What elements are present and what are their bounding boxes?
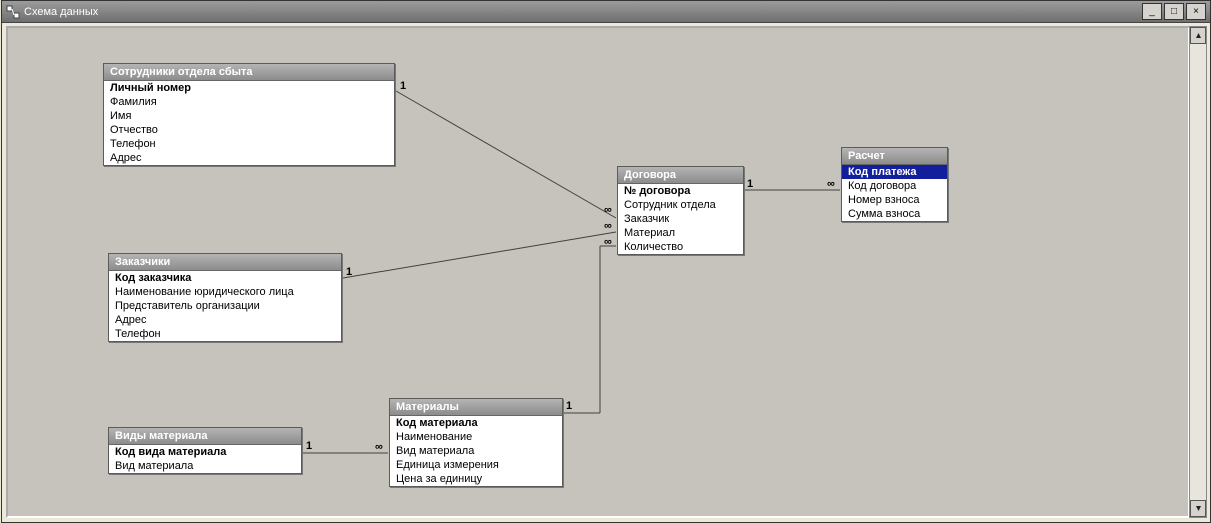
scroll-down-button[interactable] <box>1190 500 1206 517</box>
title-bar[interactable]: Схема данных _ □ × <box>2 1 1210 23</box>
field[interactable]: Код платежа <box>842 165 947 179</box>
minimize-button[interactable]: _ <box>1142 3 1162 20</box>
field[interactable]: Наименование <box>390 430 562 444</box>
field[interactable]: Номер взноса <box>842 193 947 207</box>
field[interactable]: Заказчик <box>618 212 743 226</box>
cardinality-many: ∞ <box>604 236 612 248</box>
table-vidy-materiala[interactable]: Виды материала Код вида материала Вид ма… <box>108 427 302 474</box>
field[interactable]: Единица измерения <box>390 458 562 472</box>
table-zakazchiki[interactable]: Заказчики Код заказчика Наименование юри… <box>108 253 342 342</box>
field[interactable]: Количество <box>618 240 743 254</box>
diagram-canvas[interactable]: 1 ∞ 1 ∞ 1 ∞ 1 ∞ 1 ∞ Сотрудники отдела сб… <box>6 26 1190 518</box>
table-title[interactable]: Расчет <box>842 148 947 165</box>
field[interactable]: Код материала <box>390 416 562 430</box>
field[interactable]: Сумма взноса <box>842 207 947 221</box>
cardinality-many: ∞ <box>827 178 835 190</box>
relationships-icon <box>6 5 20 19</box>
window-title: Схема данных <box>24 6 98 18</box>
cardinality-many: ∞ <box>604 220 612 232</box>
field[interactable]: Фамилия <box>104 95 394 109</box>
field[interactable]: Адрес <box>104 151 394 165</box>
table-title[interactable]: Материалы <box>390 399 562 416</box>
field[interactable]: Сотрудник отдела <box>618 198 743 212</box>
table-sotrudniki[interactable]: Сотрудники отдела сбыта Личный номер Фам… <box>103 63 395 166</box>
field[interactable]: Телефон <box>109 327 341 341</box>
cardinality-one: 1 <box>747 178 753 190</box>
table-dogovora[interactable]: Договора № договора Сотрудник отдела Зак… <box>617 166 744 255</box>
cardinality-one: 1 <box>566 400 572 412</box>
field[interactable]: Отчество <box>104 123 394 137</box>
field[interactable]: Личный номер <box>104 81 394 95</box>
vertical-scrollbar[interactable] <box>1189 26 1207 518</box>
field[interactable]: Цена за единицу <box>390 472 562 486</box>
scroll-up-button[interactable] <box>1190 27 1206 44</box>
table-materialy[interactable]: Материалы Код материала Наименование Вид… <box>389 398 563 487</box>
field[interactable]: № договора <box>618 184 743 198</box>
maximize-button[interactable]: □ <box>1164 3 1184 20</box>
cardinality-one: 1 <box>400 80 406 92</box>
field[interactable]: Вид материала <box>390 444 562 458</box>
field[interactable]: Материал <box>618 226 743 240</box>
field[interactable]: Представитель организации <box>109 299 341 313</box>
field[interactable]: Код заказчика <box>109 271 341 285</box>
cardinality-many: ∞ <box>604 204 612 216</box>
table-title[interactable]: Виды материала <box>109 428 301 445</box>
field[interactable]: Имя <box>104 109 394 123</box>
table-raschet[interactable]: Расчет Код платежа Код договора Номер вз… <box>841 147 948 222</box>
field[interactable]: Код договора <box>842 179 947 193</box>
relationships-window: Схема данных _ □ × 1 ∞ 1 ∞ 1 <box>1 0 1211 523</box>
table-title[interactable]: Сотрудники отдела сбыта <box>104 64 394 81</box>
field[interactable]: Адрес <box>109 313 341 327</box>
cardinality-one: 1 <box>346 266 352 278</box>
field[interactable]: Телефон <box>104 137 394 151</box>
cardinality-many: ∞ <box>375 441 383 453</box>
close-button[interactable]: × <box>1186 3 1206 20</box>
field[interactable]: Вид материала <box>109 459 301 473</box>
cardinality-one: 1 <box>306 440 312 452</box>
table-title[interactable]: Заказчики <box>109 254 341 271</box>
field[interactable]: Код вида материала <box>109 445 301 459</box>
field[interactable]: Наименование юридического лица <box>109 285 341 299</box>
table-title[interactable]: Договора <box>618 167 743 184</box>
